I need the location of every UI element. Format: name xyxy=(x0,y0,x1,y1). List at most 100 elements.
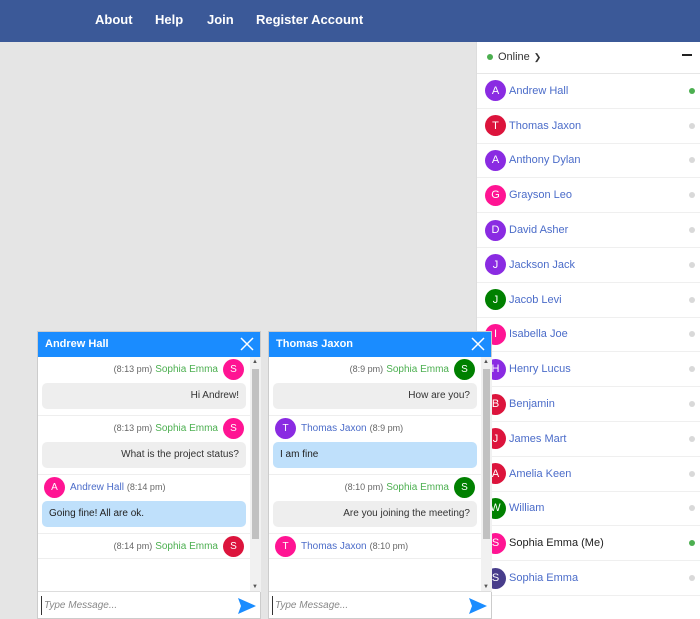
presence-status-icon xyxy=(689,87,695,94)
message-time: (8:9 pm) xyxy=(349,364,384,374)
top-navbar: About Help Join Register Account xyxy=(0,0,700,42)
avatar: S xyxy=(454,476,475,498)
scrollbar[interactable]: ▲ ▼ xyxy=(250,357,261,592)
user-list-item[interactable]: S Sophia Emma xyxy=(477,561,700,596)
user-list-item[interactable]: J Jacob Levi xyxy=(477,283,700,318)
message-input[interactable] xyxy=(41,596,226,615)
avatar: S xyxy=(454,358,475,380)
user-name: Amelia Keen xyxy=(509,467,572,480)
sender-name: Thomas Jaxon xyxy=(301,422,367,434)
avatar: A xyxy=(44,476,65,498)
message-time: (8:9 pm) xyxy=(369,423,404,433)
avatar: S xyxy=(223,535,244,557)
chat-window-thomas-jaxon: Thomas Jaxon (8:9 pm) Sophia Emma S How … xyxy=(268,331,492,619)
message-bubble: Going fine! All are ok. xyxy=(42,501,246,527)
send-icon[interactable] xyxy=(237,596,257,616)
presence-status-icon xyxy=(689,575,695,582)
close-icon[interactable] xyxy=(470,336,486,352)
message-time: (8:14 pm) xyxy=(113,541,153,551)
user-list-item[interactable]: D David Asher xyxy=(477,213,700,248)
user-name: David Asher xyxy=(509,224,569,237)
user-list-item[interactable]: T Thomas Jaxon xyxy=(477,109,700,144)
user-list-item[interactable]: A Andrew Hall xyxy=(477,74,700,109)
user-list-item[interactable]: S Sophia Emma (Me) xyxy=(477,526,700,562)
user-list-item[interactable]: J James Mart xyxy=(477,422,700,457)
user-list-item[interactable]: A Anthony Dylan xyxy=(477,144,700,179)
scroll-thumb[interactable] xyxy=(483,369,490,539)
message-list: (8:13 pm) Sophia Emma S Hi Andrew! (8:13… xyxy=(38,357,250,592)
chat-message: (8:10 pm) Sophia Emma S Are you joining … xyxy=(269,475,481,534)
message-meta: A Andrew Hall (8:14 pm) xyxy=(38,475,250,499)
nav-link-about[interactable]: About xyxy=(95,12,133,27)
message-bubble: I am fine xyxy=(273,442,477,468)
avatar: S xyxy=(223,358,244,380)
avatar: D xyxy=(485,219,506,241)
user-name: Thomas Jaxon xyxy=(509,119,582,132)
status-label: Online xyxy=(498,51,530,63)
user-list: A Andrew Hall T Thomas Jaxon A Anthony Dylan G… xyxy=(477,74,700,596)
avatar: G xyxy=(485,184,506,206)
chat-window-andrew-hall: Andrew Hall (8:13 pm) Sophia Emma S Hi A… xyxy=(37,331,261,619)
avatar: J xyxy=(485,289,506,311)
message-time: (8:10 pm) xyxy=(369,541,409,551)
nav-link-join[interactable]: Join xyxy=(207,12,234,27)
message-time: (8:13 pm) xyxy=(113,364,153,374)
presence-status-icon xyxy=(689,261,695,268)
chat-message: T Thomas Jaxon (8:10 pm) xyxy=(269,534,481,559)
avatar: J xyxy=(485,254,506,276)
message-time: (8:13 pm) xyxy=(113,423,153,433)
scroll-down-icon[interactable]: ▼ xyxy=(252,584,258,590)
send-icon[interactable] xyxy=(468,596,488,616)
message-bubble: What is the project status? xyxy=(42,442,246,468)
user-list-item[interactable]: G Grayson Leo xyxy=(477,178,700,214)
message-meta: T Thomas Jaxon (8:10 pm) xyxy=(269,534,481,558)
message-input-area xyxy=(38,591,260,618)
user-list-item[interactable]: H Henry Lucus xyxy=(477,352,700,388)
user-list-item[interactable]: W William xyxy=(477,492,700,527)
sender-name: Andrew Hall xyxy=(70,481,124,493)
sender-name: Sophia Emma xyxy=(155,363,218,375)
message-input[interactable] xyxy=(272,596,457,615)
presence-status-icon xyxy=(689,296,695,303)
presence-status-icon xyxy=(689,157,695,164)
user-list-item[interactable]: B Benjamin xyxy=(477,387,700,422)
scrollbar[interactable]: ▲ ▼ xyxy=(481,357,492,592)
chat-header: Thomas Jaxon xyxy=(269,332,491,357)
user-list-item[interactable]: A Amelia Keen xyxy=(477,457,700,492)
presence-status-icon xyxy=(689,227,695,234)
sender-name: Sophia Emma xyxy=(155,422,218,434)
message-meta: (8:9 pm) Sophia Emma S xyxy=(269,357,481,381)
chat-message: A Andrew Hall (8:14 pm) Going fine! All … xyxy=(38,475,250,534)
status-dropdown[interactable]: Online ❯ xyxy=(487,51,541,63)
scroll-down-icon[interactable]: ▼ xyxy=(483,584,489,590)
presence-status-icon xyxy=(689,540,695,547)
user-name: William xyxy=(509,502,545,515)
sender-name: Sophia Emma xyxy=(386,363,449,375)
scroll-up-icon[interactable]: ▲ xyxy=(483,359,489,365)
avatar: T xyxy=(275,535,296,557)
avatar: T xyxy=(275,417,296,439)
user-list-item[interactable]: J Jackson Jack xyxy=(477,248,700,283)
message-meta: (8:14 pm) Sophia Emma S xyxy=(38,534,250,558)
user-name: James Mart xyxy=(509,432,567,445)
close-icon[interactable] xyxy=(239,336,255,352)
user-list-item[interactable]: I Isabella Joe xyxy=(477,318,700,353)
scroll-thumb[interactable] xyxy=(252,369,259,539)
chat-header: Andrew Hall xyxy=(38,332,260,357)
message-time: (8:14 pm) xyxy=(126,482,166,492)
avatar: S xyxy=(223,417,244,439)
message-bubble: Hi Andrew! xyxy=(42,383,246,409)
online-status-icon xyxy=(487,54,493,60)
chat-title: Andrew Hall xyxy=(45,338,109,350)
user-name: Jackson Jack xyxy=(509,258,576,271)
presence-status-icon xyxy=(689,505,695,512)
nav-link-help[interactable]: Help xyxy=(155,12,183,27)
presence-status-icon xyxy=(689,366,695,373)
message-meta: T Thomas Jaxon (8:9 pm) xyxy=(269,416,481,440)
nav-link-register-account[interactable]: Register Account xyxy=(256,12,363,27)
presence-status-icon xyxy=(689,401,695,408)
scroll-up-icon[interactable]: ▲ xyxy=(252,359,258,365)
message-list: (8:9 pm) Sophia Emma S How are you? T Th… xyxy=(269,357,481,592)
minimize-icon[interactable] xyxy=(682,54,692,56)
avatar: A xyxy=(485,80,506,102)
